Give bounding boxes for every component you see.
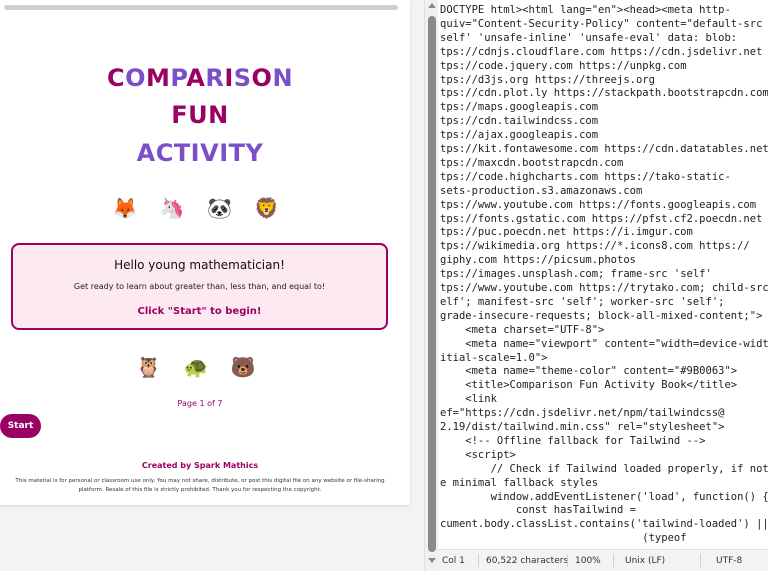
title-letter: C — [106, 64, 126, 92]
code-line[interactable]: const hasTailwind = — [440, 503, 636, 517]
code-line[interactable]: tps://ajax.googleapis.com — [440, 128, 598, 142]
code-line[interactable]: 2.19/dist/tailwind.min.css" rel="stylesh… — [440, 420, 724, 434]
title-line-3: ACTIVITY — [136, 139, 264, 167]
code-line[interactable]: tps://kit.fontawesome.com https://cdn.da… — [440, 142, 768, 156]
code-line[interactable]: cument.body.classList.contains('tailwind… — [440, 517, 768, 531]
code-line[interactable]: tps://cdnjs.cloudflare.com https://cdn.j… — [440, 45, 762, 59]
code-line[interactable]: tps://maps.googleapis.com — [440, 100, 598, 114]
preview-pane: COMPARISON FUN ACTIVITY 🦊 🦄 🐼 🦁 Hello yo… — [0, 0, 424, 571]
code-line[interactable]: tps://cdn.tailwindcss.com — [440, 114, 598, 128]
welcome-card: Hello young mathematician! Get ready to … — [11, 243, 388, 330]
title-letter: M — [145, 64, 171, 92]
character-count: 60,522 characters — [486, 556, 569, 566]
scrollbar-thumb[interactable] — [428, 16, 436, 552]
animal-emoji-row-top: 🦊 🦄 🐼 🦁 — [112, 196, 288, 220]
code-line[interactable]: self' 'unsafe-inline' 'unsafe-eval' data… — [440, 31, 737, 45]
code-line[interactable]: <link — [440, 392, 497, 406]
status-bar: Col 1 60,522 characters 100% Unix (LF) U… — [438, 549, 768, 571]
code-line[interactable]: tps://www.youtube.com https://trytako.co… — [440, 281, 768, 295]
line-ending[interactable]: Unix (LF) — [625, 556, 665, 566]
title-line-1: COMPARISON — [0, 64, 400, 92]
animal-emoji-row-bottom: 🦉 🐢 🐻 — [136, 355, 264, 379]
scroll-up-arrow-icon[interactable] — [428, 3, 436, 8]
status-divider — [700, 554, 701, 567]
title-line-2: FUN — [171, 101, 229, 129]
activity-page: COMPARISON FUN ACTIVITY 🦊 🦄 🐼 🦁 Hello yo… — [0, 0, 410, 505]
code-line[interactable]: <meta name="viewport" content="width=dev… — [440, 337, 768, 351]
code-line[interactable]: <title>Comparison Fun Activity Book</tit… — [440, 378, 737, 392]
title-letter: O — [251, 64, 273, 92]
code-line[interactable]: tps://code.highcharts.com https://tako-s… — [440, 170, 731, 184]
title-letter: O — [125, 64, 146, 92]
code-line[interactable]: <meta charset="UTF-8"> — [440, 323, 604, 337]
file-encoding[interactable]: UTF-8 — [716, 556, 742, 566]
code-line[interactable]: tps://puc.poecdn.net https://i.imgur.com — [440, 225, 693, 239]
code-line[interactable]: DOCTYPE html><html lang="en"><head><meta… — [440, 3, 731, 17]
code-line[interactable]: tps://images.unsplash.com; frame-src 'se… — [440, 267, 712, 281]
code-line[interactable]: <!-- Offline fallback for Tailwind --> — [440, 434, 705, 448]
start-button[interactable]: Start — [0, 414, 41, 438]
title-letter: N — [272, 64, 294, 92]
title-letter: R — [205, 64, 225, 92]
code-line[interactable]: <meta name="theme-color" content="#9B006… — [440, 364, 737, 378]
app-window: COMPARISON FUN ACTIVITY 🦊 🦄 🐼 🦁 Hello yo… — [0, 0, 768, 571]
credit-line: Created by Spark Mathics — [141, 461, 259, 470]
code-line[interactable]: grade-insecure-requests; block-all-mixed… — [440, 309, 762, 323]
code-line[interactable]: e minimal fallback styles — [440, 476, 598, 490]
code-line[interactable]: tps://wikimedia.org https://*.icons8.com… — [440, 239, 750, 253]
code-line[interactable]: tps://code.jquery.com https://unpkg.com — [440, 59, 687, 73]
code-line[interactable]: tps://www.youtube.com https://fonts.goog… — [440, 198, 756, 212]
code-editor[interactable]: DOCTYPE html><html lang="en"><head><meta… — [438, 0, 768, 549]
code-line[interactable]: itial-scale=1.0"> — [440, 351, 547, 365]
status-divider — [478, 554, 479, 567]
code-line[interactable]: tps://maxcdn.bootstrapcdn.com — [440, 156, 623, 170]
cursor-position[interactable]: Col 1 — [442, 556, 465, 566]
page-indicator: Page 1 of 7 — [177, 399, 223, 408]
code-line[interactable]: (typeof — [440, 531, 686, 545]
code-line[interactable]: // Check if Tailwind loaded properly, if… — [440, 462, 768, 476]
code-line[interactable]: tps://d3js.org https://threejs.org — [440, 73, 655, 87]
title-letter: A — [186, 64, 206, 92]
title-letter: P — [170, 64, 187, 92]
scroll-down-arrow-icon[interactable] — [428, 558, 436, 563]
code-line[interactable]: ef="https://cdn.jsdelivr.net/npm/tailwin… — [440, 406, 724, 420]
code-line[interactable]: giphy.com https://picsum.photos — [440, 253, 636, 267]
welcome-greeting: Hello young mathematician! — [114, 258, 285, 272]
welcome-cta: Click "Start" to begin! — [137, 306, 262, 317]
status-divider — [567, 554, 568, 567]
welcome-body: Get ready to learn about greater than, l… — [73, 282, 326, 291]
title-letter: I — [224, 64, 234, 92]
zoom-level[interactable]: 100% — [575, 556, 601, 566]
title-letter: S — [233, 64, 252, 92]
code-line[interactable]: tps://fonts.gstatic.com https://pfst.cf2… — [440, 212, 762, 226]
code-line[interactable]: elf'; manifest-src 'self'; worker-src 's… — [440, 295, 724, 309]
horizontal-scrollbar[interactable] — [4, 5, 398, 10]
code-line[interactable]: quiv="Content-Security-Policy" content="… — [440, 17, 762, 31]
code-line[interactable]: window.addEventListener('load', function… — [440, 490, 768, 504]
status-divider — [613, 554, 614, 567]
copyright-disclaimer: This material is for personal or classro… — [15, 478, 385, 493]
code-line[interactable]: <script> — [440, 448, 516, 462]
code-line[interactable]: tps://cdn.plot.ly https://stackpath.boot… — [440, 86, 768, 100]
code-line[interactable]: sets-production.s3.amazonaws.com — [440, 184, 642, 198]
vertical-scrollbar[interactable] — [424, 0, 438, 571]
